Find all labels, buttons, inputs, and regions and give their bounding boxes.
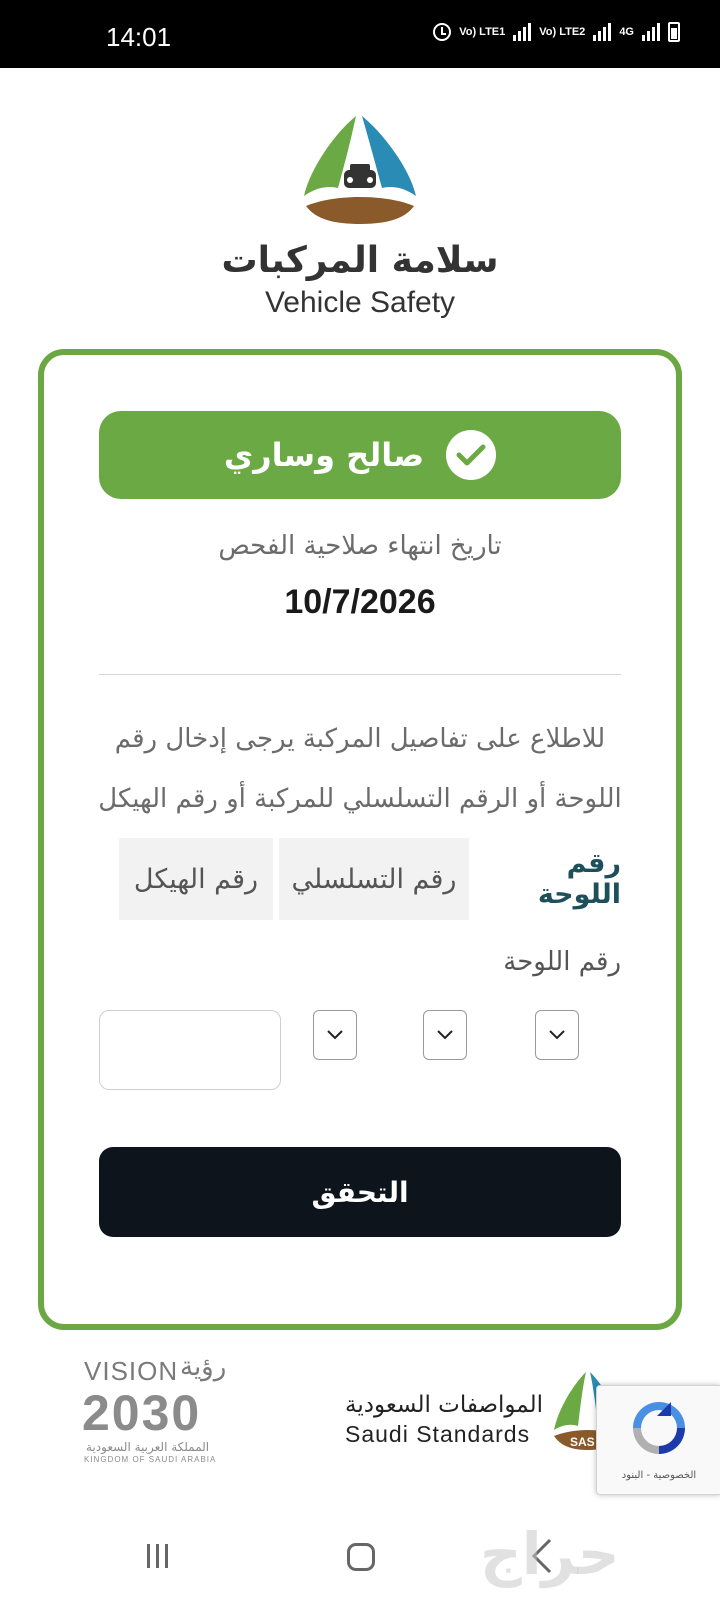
network-type-indicator: 4G <box>619 25 634 38</box>
kingdom-name-english: KINGDOM OF SAUDI ARABIA <box>84 1455 217 1464</box>
status-time: 14:01 <box>106 22 172 52</box>
status-bar: 14:01 Vo) LTE1 Vo) LTE2 4G <box>0 0 720 68</box>
saudi-standards-arabic: المواصفات السعودية <box>345 1392 543 1418</box>
chevron-down-icon <box>437 1030 453 1040</box>
vision-year: 2030 <box>82 1385 202 1441</box>
sim2-indicator: Vo) LTE2 <box>539 25 586 38</box>
chevron-down-icon <box>327 1030 343 1040</box>
recaptcha-badge[interactable]: الخصوصية - البنود <box>596 1385 720 1495</box>
plate-number-input[interactable] <box>99 1010 281 1090</box>
vision-label: VISION <box>84 1356 179 1386</box>
lookup-instructions: للاطلاع على تفاصيل المركبة يرجى إدخال رق… <box>98 724 622 814</box>
vehicle-result-card: صالح وساري تاريخ انتهاء صلاحية الفحص 10/… <box>38 349 682 1330</box>
status-icons: Vo) LTE1 Vo) LTE2 4G <box>433 22 680 42</box>
expiry-date: 10/7/2026 <box>284 583 436 621</box>
alarm-icon <box>433 23 452 41</box>
plate-letter-select-3[interactable] <box>313 1010 357 1060</box>
tab-serial-number[interactable]: رقم التسلسلي <box>279 838 469 920</box>
vehicle-safety-logo <box>304 116 416 224</box>
chevron-down-icon <box>549 1030 565 1040</box>
status-label: صالح وساري <box>223 436 425 474</box>
plate-letter-select-1[interactable] <box>535 1010 579 1060</box>
recent-apps-button[interactable] <box>147 1544 168 1568</box>
plate-number-label: رقم اللوحة <box>503 947 621 977</box>
expiry-label: تاريخ انتهاء صلاحية الفحص <box>218 531 502 561</box>
check-circle-icon <box>446 430 497 480</box>
brand-name-english: Vehicle Safety <box>264 286 456 319</box>
recaptcha-links[interactable]: الخصوصية - البنود <box>597 1470 720 1481</box>
brand-name-arabic: سلامة المركبات <box>221 240 499 281</box>
divider <box>99 674 621 675</box>
sim1-indicator: Vo) LTE1 <box>459 25 506 38</box>
tab-chassis-number[interactable]: رقم الهيكل <box>119 838 273 920</box>
saudi-standards-english: Saudi Standards <box>345 1421 531 1447</box>
plate-letter-select-2[interactable] <box>423 1010 467 1060</box>
kingdom-name-arabic: المملكة العربية السعودية <box>86 1440 210 1454</box>
signal-icon <box>513 23 532 41</box>
vision-label-arabic: رؤية <box>180 1352 227 1382</box>
recaptcha-icon <box>633 1402 685 1454</box>
battery-icon <box>668 22 680 42</box>
lookup-tabs: رقم اللوحة رقم التسلسلي رقم الهيكل <box>99 838 621 920</box>
inspection-status-badge: صالح وساري <box>99 411 621 499</box>
signal-icon <box>593 23 612 41</box>
home-button[interactable] <box>347 1543 375 1571</box>
vision-2030-logo: VISION رؤية 2030 المملكة العربية السعودي… <box>80 1352 260 1464</box>
verify-button[interactable]: التحقق <box>99 1147 621 1237</box>
saso-badge-text: SAS <box>570 1435 595 1449</box>
tab-plate-number[interactable]: رقم اللوحة <box>475 838 621 920</box>
signal-icon <box>642 23 660 41</box>
haraj-watermark: حراج <box>480 1520 620 1588</box>
